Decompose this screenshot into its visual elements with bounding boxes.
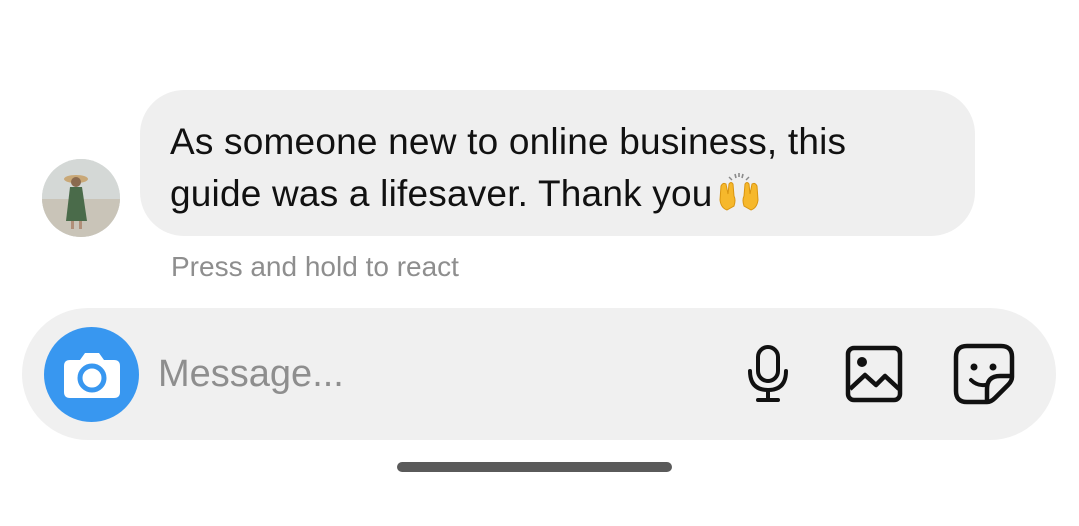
gallery-button[interactable] — [842, 342, 906, 406]
message-bubble[interactable]: As someone new to online business, this … — [140, 90, 975, 236]
camera-icon — [63, 352, 120, 398]
message-text-wrapper: As someone new to online business, this … — [170, 116, 945, 226]
react-hint: Press and hold to react — [171, 251, 459, 282]
sender-avatar[interactable] — [42, 159, 120, 237]
microphone-icon — [748, 345, 788, 402]
sticker-icon — [953, 343, 1015, 405]
raising-hands-emoji-icon — [717, 172, 761, 226]
voice-message-button[interactable] — [736, 342, 800, 406]
sticker-button[interactable] — [952, 342, 1016, 406]
avatar-photo — [42, 159, 120, 237]
home-indicator[interactable] — [397, 462, 672, 472]
chat-screen: As someone new to online business, this … — [0, 0, 1079, 526]
camera-button[interactable] — [44, 327, 139, 422]
gallery-icon — [845, 345, 903, 403]
message-input[interactable] — [158, 348, 678, 400]
message-composer — [22, 308, 1056, 440]
